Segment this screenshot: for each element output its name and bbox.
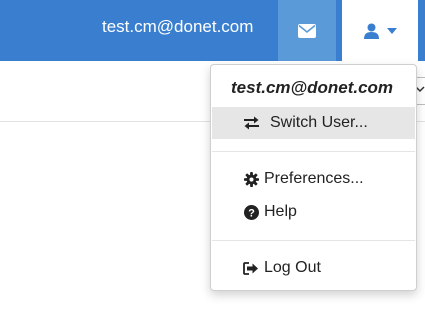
help-label: Help [264, 203, 297, 220]
user-email-label: test.cm@donet.com [102, 17, 254, 36]
question-circle-icon: ? [240, 204, 262, 220]
preferences-menu-item[interactable]: Preferences... [212, 163, 415, 195]
help-menu-item[interactable]: ? Help [212, 196, 415, 228]
preferences-label: Preferences... [264, 170, 364, 187]
user-icon [363, 23, 379, 39]
log-out-menu-item[interactable]: Log Out [212, 252, 415, 284]
user-dropdown-menu: test.cm@donet.com Switch User... Prefere… [210, 64, 417, 291]
svg-text:?: ? [248, 207, 255, 219]
dropdown-user-email: test.cm@donet.com [231, 78, 394, 97]
envelope-icon [298, 23, 316, 38]
exchange-icon [240, 116, 262, 130]
messages-button[interactable] [278, 0, 336, 61]
menu-divider [212, 240, 415, 241]
menu-divider [212, 151, 415, 152]
top-navbar: test.cm@donet.com [0, 0, 425, 61]
gear-icon [240, 171, 262, 187]
log-out-label: Log Out [264, 259, 321, 276]
caret-down-icon [386, 27, 397, 34]
sign-out-icon [240, 261, 262, 275]
switch-user-menu-item[interactable]: Switch User... [212, 107, 415, 139]
user-menu-button[interactable] [342, 0, 418, 61]
switch-user-label: Switch User... [270, 114, 368, 131]
